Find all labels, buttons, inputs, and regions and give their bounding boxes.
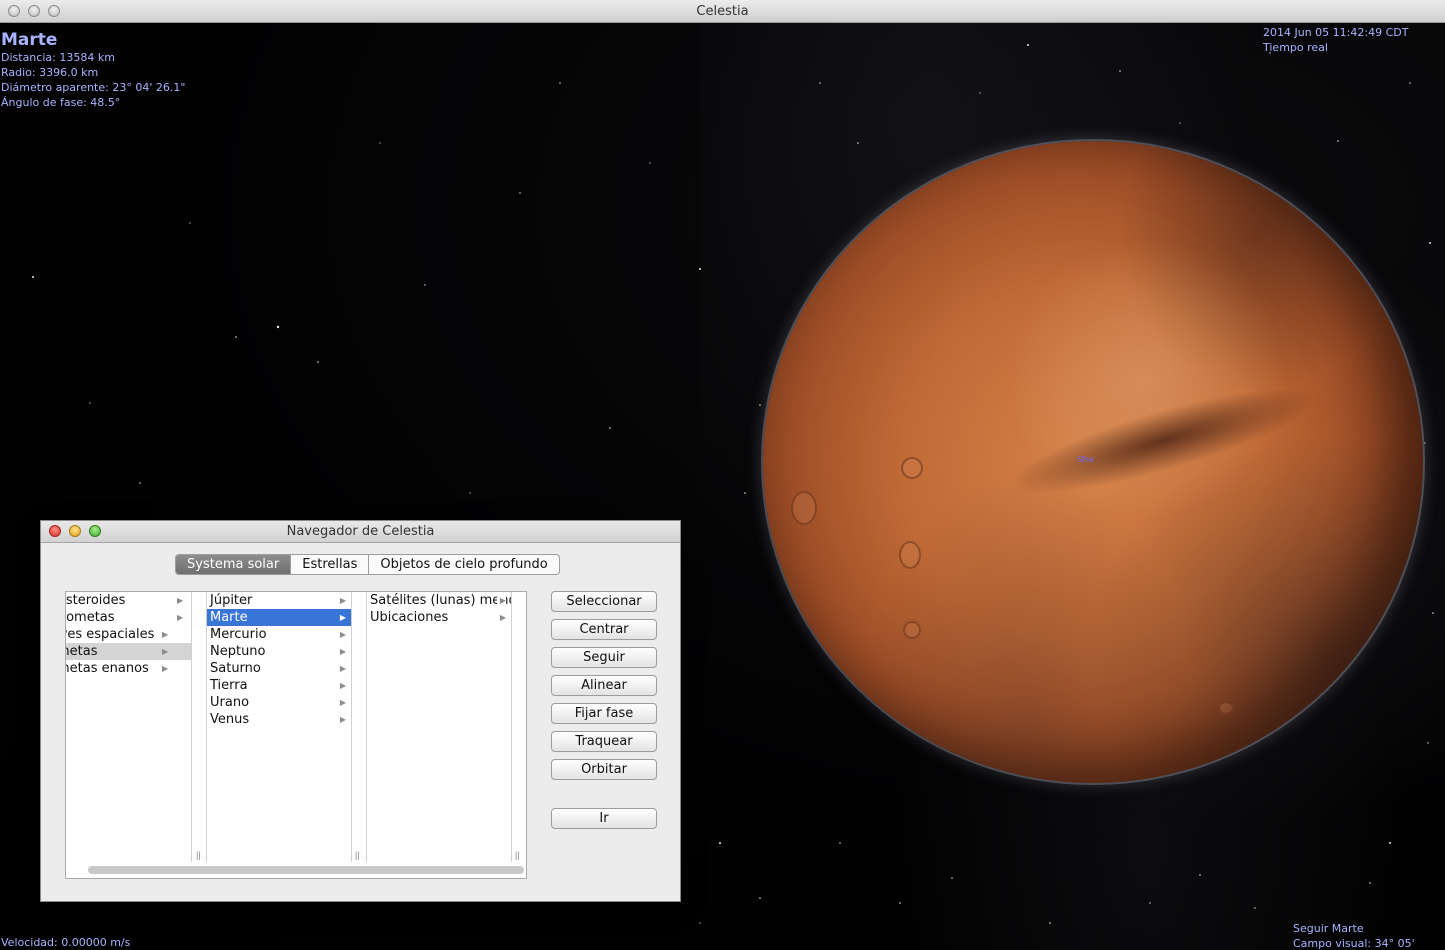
column-resize-handle[interactable]: ||	[196, 850, 201, 860]
browser-row-selected[interactable]: Marte ▶	[207, 609, 351, 626]
chevron-right-icon: ▶	[339, 613, 346, 622]
row-label: Urano	[210, 695, 250, 710]
celestia-browser-dialog: Navegador de Celestia Systema solar Estr…	[40, 520, 681, 902]
follow-button[interactable]: Seguir	[551, 647, 657, 668]
chevron-right-icon: ▶	[339, 596, 346, 605]
column-resize-handle[interactable]: ||	[515, 850, 520, 860]
phase-angle-readout: Ángulo de fase: 48.5°	[1, 96, 121, 109]
dialog-titlebar: Navegador de Celestia	[41, 521, 680, 543]
velocity-readout: Velocidad: 0.00000 m/s	[1, 936, 131, 949]
window-controls	[8, 5, 60, 17]
sync-orbit-button[interactable]: Fijar fase	[551, 703, 657, 724]
browser-row[interactable]: Urano ▶	[207, 694, 351, 711]
radius-readout: Radio: 3396.0 km	[1, 66, 99, 79]
window-title: Celestia	[696, 3, 749, 19]
chevron-right-icon: ▶	[339, 664, 346, 673]
select-button[interactable]: Seleccionar	[551, 591, 657, 612]
main-titlebar: Celestia	[0, 0, 1445, 23]
row-label: Júpiter	[210, 593, 253, 608]
camera-overlay: Seguir Marte Campo visual: 34° 05' 22.6"	[1293, 921, 1445, 950]
zoom-window-button[interactable]	[48, 5, 60, 17]
crater	[791, 491, 817, 525]
row-label: Satélites (lunas) menores	[370, 593, 511, 608]
row-label: Marte	[210, 610, 248, 625]
row-label: Naves espaciales	[66, 627, 155, 642]
browser-row[interactable]: Venus ▶	[207, 711, 351, 728]
browser-column-categories[interactable]: Asteroides▶ Cometas▶ Naves espaciales▶ P…	[66, 592, 192, 862]
browser-row[interactable]: Ubicaciones ▶	[367, 609, 511, 626]
column-resize-handle[interactable]: ||	[355, 850, 360, 860]
row-label: Planetas enanos	[66, 661, 149, 676]
browser-row[interactable]: Saturno ▶	[207, 660, 351, 677]
datetime-readout: 2014 Jun 05 11:42:49 CDT	[1263, 26, 1409, 39]
row-label: Ubicaciones	[370, 610, 449, 625]
browser-row[interactable]: Satélites (lunas) menores▶	[367, 592, 511, 609]
chevron-right-icon: ▶	[496, 592, 506, 609]
time-overlay: 2014 Jun 05 11:42:49 CDT Tiempo real	[1263, 25, 1408, 55]
chevron-right-icon: ▶	[339, 647, 346, 656]
crater	[1218, 701, 1234, 715]
browser-row[interactable]: Cometas▶	[66, 609, 191, 626]
time-mode-readout: Tiempo real	[1263, 41, 1328, 54]
tab-deep-sky-objects[interactable]: Objetos de cielo profundo	[369, 555, 558, 574]
object-info-overlay: Marte Distancia: 13584 km Radio: 3396.0 …	[1, 30, 185, 110]
row-label: Saturno	[210, 661, 261, 676]
surface-feature-label[interactable]: Sfse	[1077, 455, 1094, 464]
orbit-button[interactable]: Orbitar	[551, 759, 657, 780]
row-label: Neptuno	[210, 644, 266, 659]
tab-solar-system[interactable]: Systema solar	[176, 555, 292, 574]
row-label: Venus	[210, 712, 250, 727]
crater	[899, 541, 921, 569]
valles-marineris-feature	[1000, 368, 1326, 514]
dialog-zoom-button[interactable]	[89, 525, 101, 537]
object-browser: Asteroides▶ Cometas▶ Naves espaciales▶ P…	[65, 591, 527, 879]
chevron-right-icon: ▶	[339, 681, 346, 690]
apparent-diameter-readout: Diámetro aparente: 23° 04' 26.1"	[1, 81, 186, 94]
row-label: Asteroides	[66, 593, 126, 608]
selected-object-name: Marte	[1, 30, 58, 50]
go-button[interactable]: Ir	[551, 808, 657, 829]
dialog-window-controls	[49, 525, 101, 537]
close-window-button[interactable]	[8, 5, 20, 17]
browser-row[interactable]: Mercurio ▶	[207, 626, 351, 643]
chevron-right-icon: ▶	[339, 715, 346, 724]
browser-column-mars-children[interactable]: Satélites (lunas) menores▶ Ubicaciones▶	[366, 592, 512, 862]
dialog-minimize-button[interactable]	[69, 525, 81, 537]
row-label: Cometas	[66, 610, 115, 625]
crater	[903, 621, 921, 639]
center-button[interactable]: Centrar	[551, 619, 657, 640]
minimize-window-button[interactable]	[28, 5, 40, 17]
crater	[901, 457, 923, 479]
browser-tabs: Systema solar Estrellas Objetos de cielo…	[175, 554, 560, 575]
follow-mode-readout: Seguir Marte	[1293, 922, 1364, 935]
browser-row[interactable]: Naves espaciales▶	[66, 626, 191, 643]
browser-row[interactable]: Júpiter ▶	[207, 592, 351, 609]
track-button[interactable]: Traquear	[551, 731, 657, 752]
row-label: Tierra	[210, 678, 248, 693]
dialog-close-button[interactable]	[49, 525, 61, 537]
row-label: Mercurio	[210, 627, 267, 642]
chevron-right-icon: ▶	[339, 630, 346, 639]
tab-stars[interactable]: Estrellas	[291, 555, 370, 574]
velocity-overlay: Velocidad: 0.00000 m/s	[1, 935, 130, 950]
browser-row[interactable]: Planetas enanos▶	[66, 660, 191, 677]
align-button[interactable]: Alinear	[551, 675, 657, 696]
browser-row-selected[interactable]: Planetas▶	[66, 643, 191, 660]
browser-row[interactable]: Neptuno ▶	[207, 643, 351, 660]
horizontal-scrollbar[interactable]	[88, 866, 524, 874]
distance-readout: Distancia: 13584 km	[1, 51, 115, 64]
chevron-right-icon: ▶	[499, 613, 506, 622]
row-label: Planetas	[66, 644, 98, 659]
field-of-view-readout: Campo visual: 34° 05' 22.6"	[1293, 937, 1415, 950]
dialog-title: Navegador de Celestia	[286, 524, 435, 539]
browser-column-planets[interactable]: Júpiter ▶ Marte ▶ Mercurio ▶ Neptuno ▶ Satur…	[206, 592, 352, 862]
browser-row[interactable]: Asteroides▶	[66, 592, 191, 609]
browser-row[interactable]: Tierra ▶	[207, 677, 351, 694]
chevron-right-icon: ▶	[339, 698, 346, 707]
